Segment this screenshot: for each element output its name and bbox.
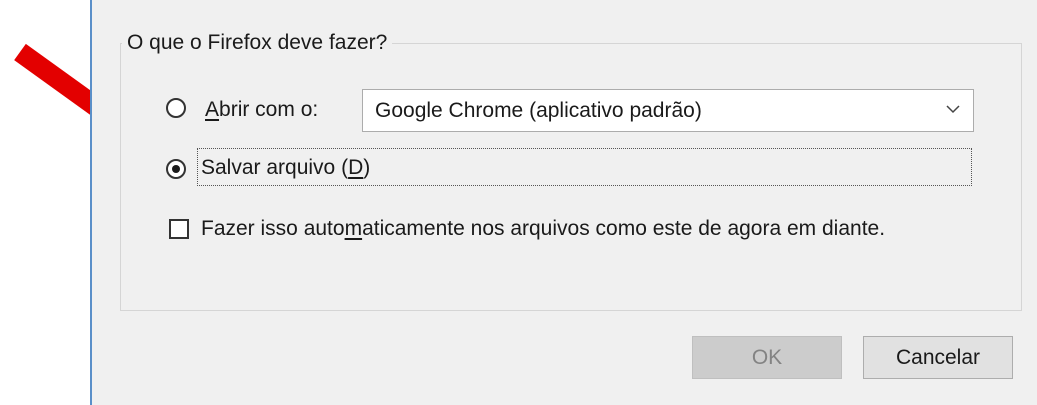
cancel-button[interactable]: Cancelar xyxy=(863,336,1013,379)
ok-button[interactable]: OK xyxy=(692,336,842,379)
save-file-label[interactable]: Salvar arquivo (D) xyxy=(201,155,370,181)
save-file-label-suffix: ) xyxy=(363,156,371,179)
selected-app-value: Google Chrome (aplicativo padrão) xyxy=(375,99,702,122)
open-with-radio[interactable] xyxy=(166,98,186,118)
auto-action-label-prefix: Fazer isso auto xyxy=(201,217,345,240)
group-title: O que o Firefox deve fazer? xyxy=(122,30,393,56)
save-file-accesskey: D xyxy=(348,156,364,179)
save-file-label-prefix: Salvar arquivo ( xyxy=(201,156,349,179)
auto-action-label-suffix: aticamente nos arquivos como este de ago… xyxy=(362,217,886,240)
auto-action-label[interactable]: Fazer isso automaticamente nos arquivos … xyxy=(201,216,885,242)
open-with-app-select[interactable]: Google Chrome (aplicativo padrão) xyxy=(362,89,974,132)
save-file-radio[interactable] xyxy=(166,159,186,179)
auto-action-checkbox[interactable] xyxy=(169,219,189,239)
open-with-label-text: brir com o: xyxy=(219,98,319,121)
chevron-down-icon xyxy=(946,105,960,114)
download-dialog: O que o Firefox deve fazer? Abrir com o:… xyxy=(90,0,1037,405)
auto-action-accesskey: m xyxy=(344,217,363,240)
open-with-label[interactable]: Abrir com o: xyxy=(205,97,318,123)
open-with-accesskey: A xyxy=(205,98,220,121)
